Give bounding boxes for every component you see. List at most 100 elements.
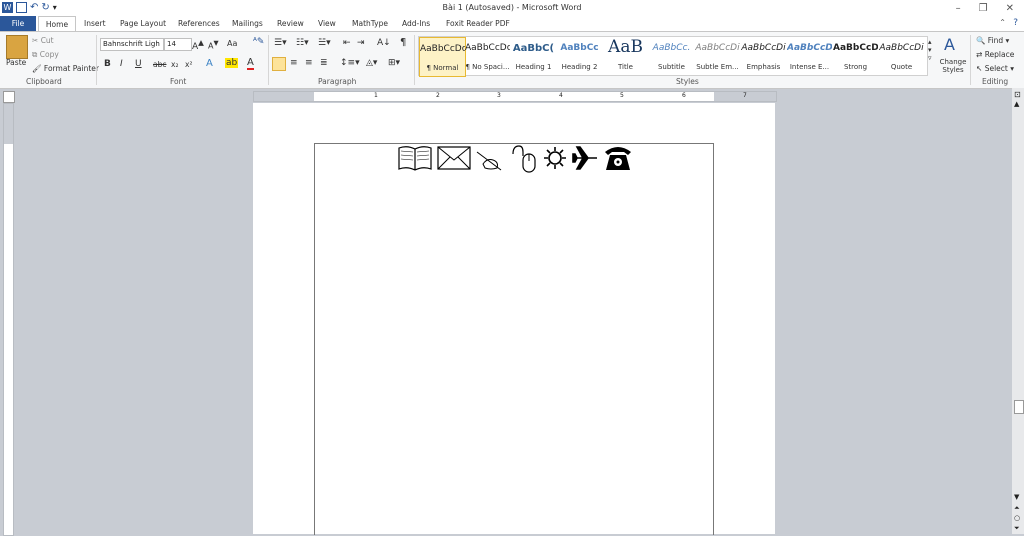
tab-file[interactable]: File: [0, 16, 36, 31]
divider: [268, 35, 269, 85]
scrollbar-thumb[interactable]: [1014, 400, 1024, 414]
restore-icon[interactable]: ❐: [979, 3, 988, 14]
format-painter-button[interactable]: 🖌 Format Painter: [32, 64, 99, 73]
minimize-icon[interactable]: –: [956, 3, 961, 14]
symbol-row: [397, 144, 633, 174]
borders-icon[interactable]: ⊞▾: [388, 58, 400, 68]
select-button[interactable]: ↖ Select ▾: [976, 64, 1014, 73]
font-size-select[interactable]: 14: [164, 38, 192, 51]
style-normal[interactable]: AaBbCcDc ¶ Normal: [419, 37, 466, 77]
styles-group-label: Styles: [676, 77, 699, 86]
style-subtle-emphasis[interactable]: AaBbCcDi Subtle Em...: [695, 37, 740, 75]
multilevel-list-icon[interactable]: ☱▾: [318, 38, 331, 48]
tab-references[interactable]: References: [178, 16, 220, 31]
bullets-icon[interactable]: ☰▾: [274, 38, 287, 48]
increase-indent-icon[interactable]: ⇥: [357, 38, 365, 48]
justify-icon[interactable]: ≣: [320, 58, 328, 68]
style-heading-1[interactable]: AaBbC(Heading 1: [511, 37, 556, 75]
copy-button[interactable]: ⧉ Copy: [32, 50, 59, 60]
tab-home[interactable]: Home: [38, 16, 76, 32]
align-right-icon[interactable]: ≡: [305, 58, 313, 68]
find-label: Find: [987, 36, 1004, 45]
tab-selector[interactable]: [3, 91, 15, 103]
subscript-button[interactable]: x₂: [171, 60, 178, 69]
style-name: Heading 1: [515, 63, 552, 71]
replace-button[interactable]: ⇄ Replace: [976, 50, 1014, 59]
ruler-margin-top: [4, 104, 13, 144]
tab-view[interactable]: View: [318, 16, 336, 31]
grow-font-icon[interactable]: A▲: [192, 38, 204, 52]
tab-foxit-reader-pdf[interactable]: Foxit Reader PDF: [446, 16, 510, 31]
vertical-ruler[interactable]: [3, 103, 14, 536]
tab-insert[interactable]: Insert: [84, 16, 106, 31]
highlight-icon[interactable]: ab: [225, 58, 239, 68]
italic-button[interactable]: I: [120, 59, 123, 69]
style-title[interactable]: AaB Title: [603, 37, 648, 75]
styles-scroll-icon[interactable]: ▴ ▾ ▿: [928, 38, 932, 62]
tab-add-ins[interactable]: Add-Ins: [402, 16, 430, 31]
style-name: Heading 2: [561, 63, 598, 71]
format-painter-label: Format Painter: [43, 64, 99, 73]
tab-mailings[interactable]: Mailings: [232, 16, 263, 31]
close-icon[interactable]: ✕: [1006, 3, 1014, 14]
divider: [414, 35, 415, 85]
minimize-ribbon-icon[interactable]: ⌃: [999, 18, 1006, 27]
numbering-icon[interactable]: ☷▾: [296, 38, 309, 48]
change-styles-icon[interactable]: A: [944, 35, 955, 54]
style-no-spacing[interactable]: AaBbCcDc ¶ No Spaci...: [465, 37, 510, 75]
style-strong[interactable]: AaBbCcDi Strong: [833, 37, 878, 75]
window-title: Bài 1 (Autosaved) - Microsoft Word: [442, 3, 582, 12]
decrease-indent-icon[interactable]: ⇤: [343, 38, 351, 48]
writing-hand-icon: [476, 151, 502, 171]
help-icon[interactable]: ?: [1013, 18, 1018, 28]
style-sample: AaBbCcDi: [787, 43, 832, 53]
vertical-scrollbar[interactable]: ⊡ ▲ ▼ ⏶ ○ ⏷: [1012, 88, 1024, 534]
replace-icon: ⇄: [976, 50, 983, 59]
clear-formatting-icon[interactable]: ᴬ✎: [253, 37, 264, 47]
change-styles-button[interactable]: Change Styles: [938, 58, 968, 74]
font-color-icon[interactable]: A: [247, 57, 254, 70]
style-sample: AaBbCc: [560, 43, 599, 53]
show-formatting-icon[interactable]: ¶: [400, 37, 406, 48]
tab-review[interactable]: Review: [277, 16, 304, 31]
shading-icon[interactable]: ◬▾: [366, 58, 377, 68]
style-intense-emphasis[interactable]: AaBbCcDi Intense E...: [787, 37, 832, 75]
ruler-mark: 5: [620, 92, 624, 99]
ruler-mark: 3: [497, 92, 501, 99]
tab-page-layout[interactable]: Page Layout: [120, 16, 166, 31]
ruler-toggle-icon[interactable]: ⊡: [1014, 90, 1021, 99]
scroll-up-icon[interactable]: ▲: [1014, 100, 1019, 108]
text-effects-icon[interactable]: A: [206, 58, 213, 69]
cut-button[interactable]: ✂ Cut: [32, 36, 54, 45]
tab-mathtype[interactable]: MathType: [352, 16, 388, 31]
sort-icon[interactable]: A↓: [377, 38, 391, 48]
style-heading-2[interactable]: AaBbCc Heading 2: [557, 37, 602, 75]
select-browse-object-icon[interactable]: ○: [1014, 514, 1020, 522]
scroll-down-icon[interactable]: ▼: [1014, 493, 1019, 501]
ruler-margin-left: [254, 92, 314, 101]
text-box[interactable]: [314, 143, 714, 535]
align-center-icon[interactable]: ≡: [290, 58, 298, 68]
find-button[interactable]: 🔍 Find ▾: [976, 36, 1009, 45]
bold-button[interactable]: B: [104, 59, 111, 69]
font-name-select[interactable]: Bahnschrift Ligh: [100, 38, 164, 51]
previous-page-icon[interactable]: ⏶: [1014, 504, 1020, 513]
strikethrough-button[interactable]: abc: [153, 60, 166, 69]
style-quote[interactable]: AaBbCcDi Quote: [879, 37, 924, 75]
horizontal-ruler[interactable]: 1 2 3 4 5 6 7: [253, 91, 777, 102]
shrink-font-icon[interactable]: A▼: [208, 39, 219, 51]
underline-button[interactable]: U: [135, 59, 142, 69]
line-spacing-icon[interactable]: ↕≡▾: [340, 58, 360, 68]
superscript-button[interactable]: x²: [185, 60, 192, 69]
next-page-icon[interactable]: ⏷: [1014, 524, 1020, 533]
style-subtitle[interactable]: AaBbCc. Subtitle: [649, 37, 694, 75]
style-emphasis[interactable]: AaBbCcDi Emphasis: [741, 37, 786, 75]
replace-label: Replace: [984, 50, 1015, 59]
paste-button[interactable]: Paste: [6, 58, 26, 67]
sun-icon: [544, 147, 566, 169]
align-left-icon[interactable]: [272, 57, 286, 71]
ruler-mark: 6: [682, 92, 686, 99]
styles-gallery: AaBbCcDc ¶ Normal AaBbCcDc ¶ No Spaci... A…: [418, 36, 928, 77]
paste-icon[interactable]: [6, 35, 28, 59]
change-case-button[interactable]: Aa: [227, 39, 237, 48]
